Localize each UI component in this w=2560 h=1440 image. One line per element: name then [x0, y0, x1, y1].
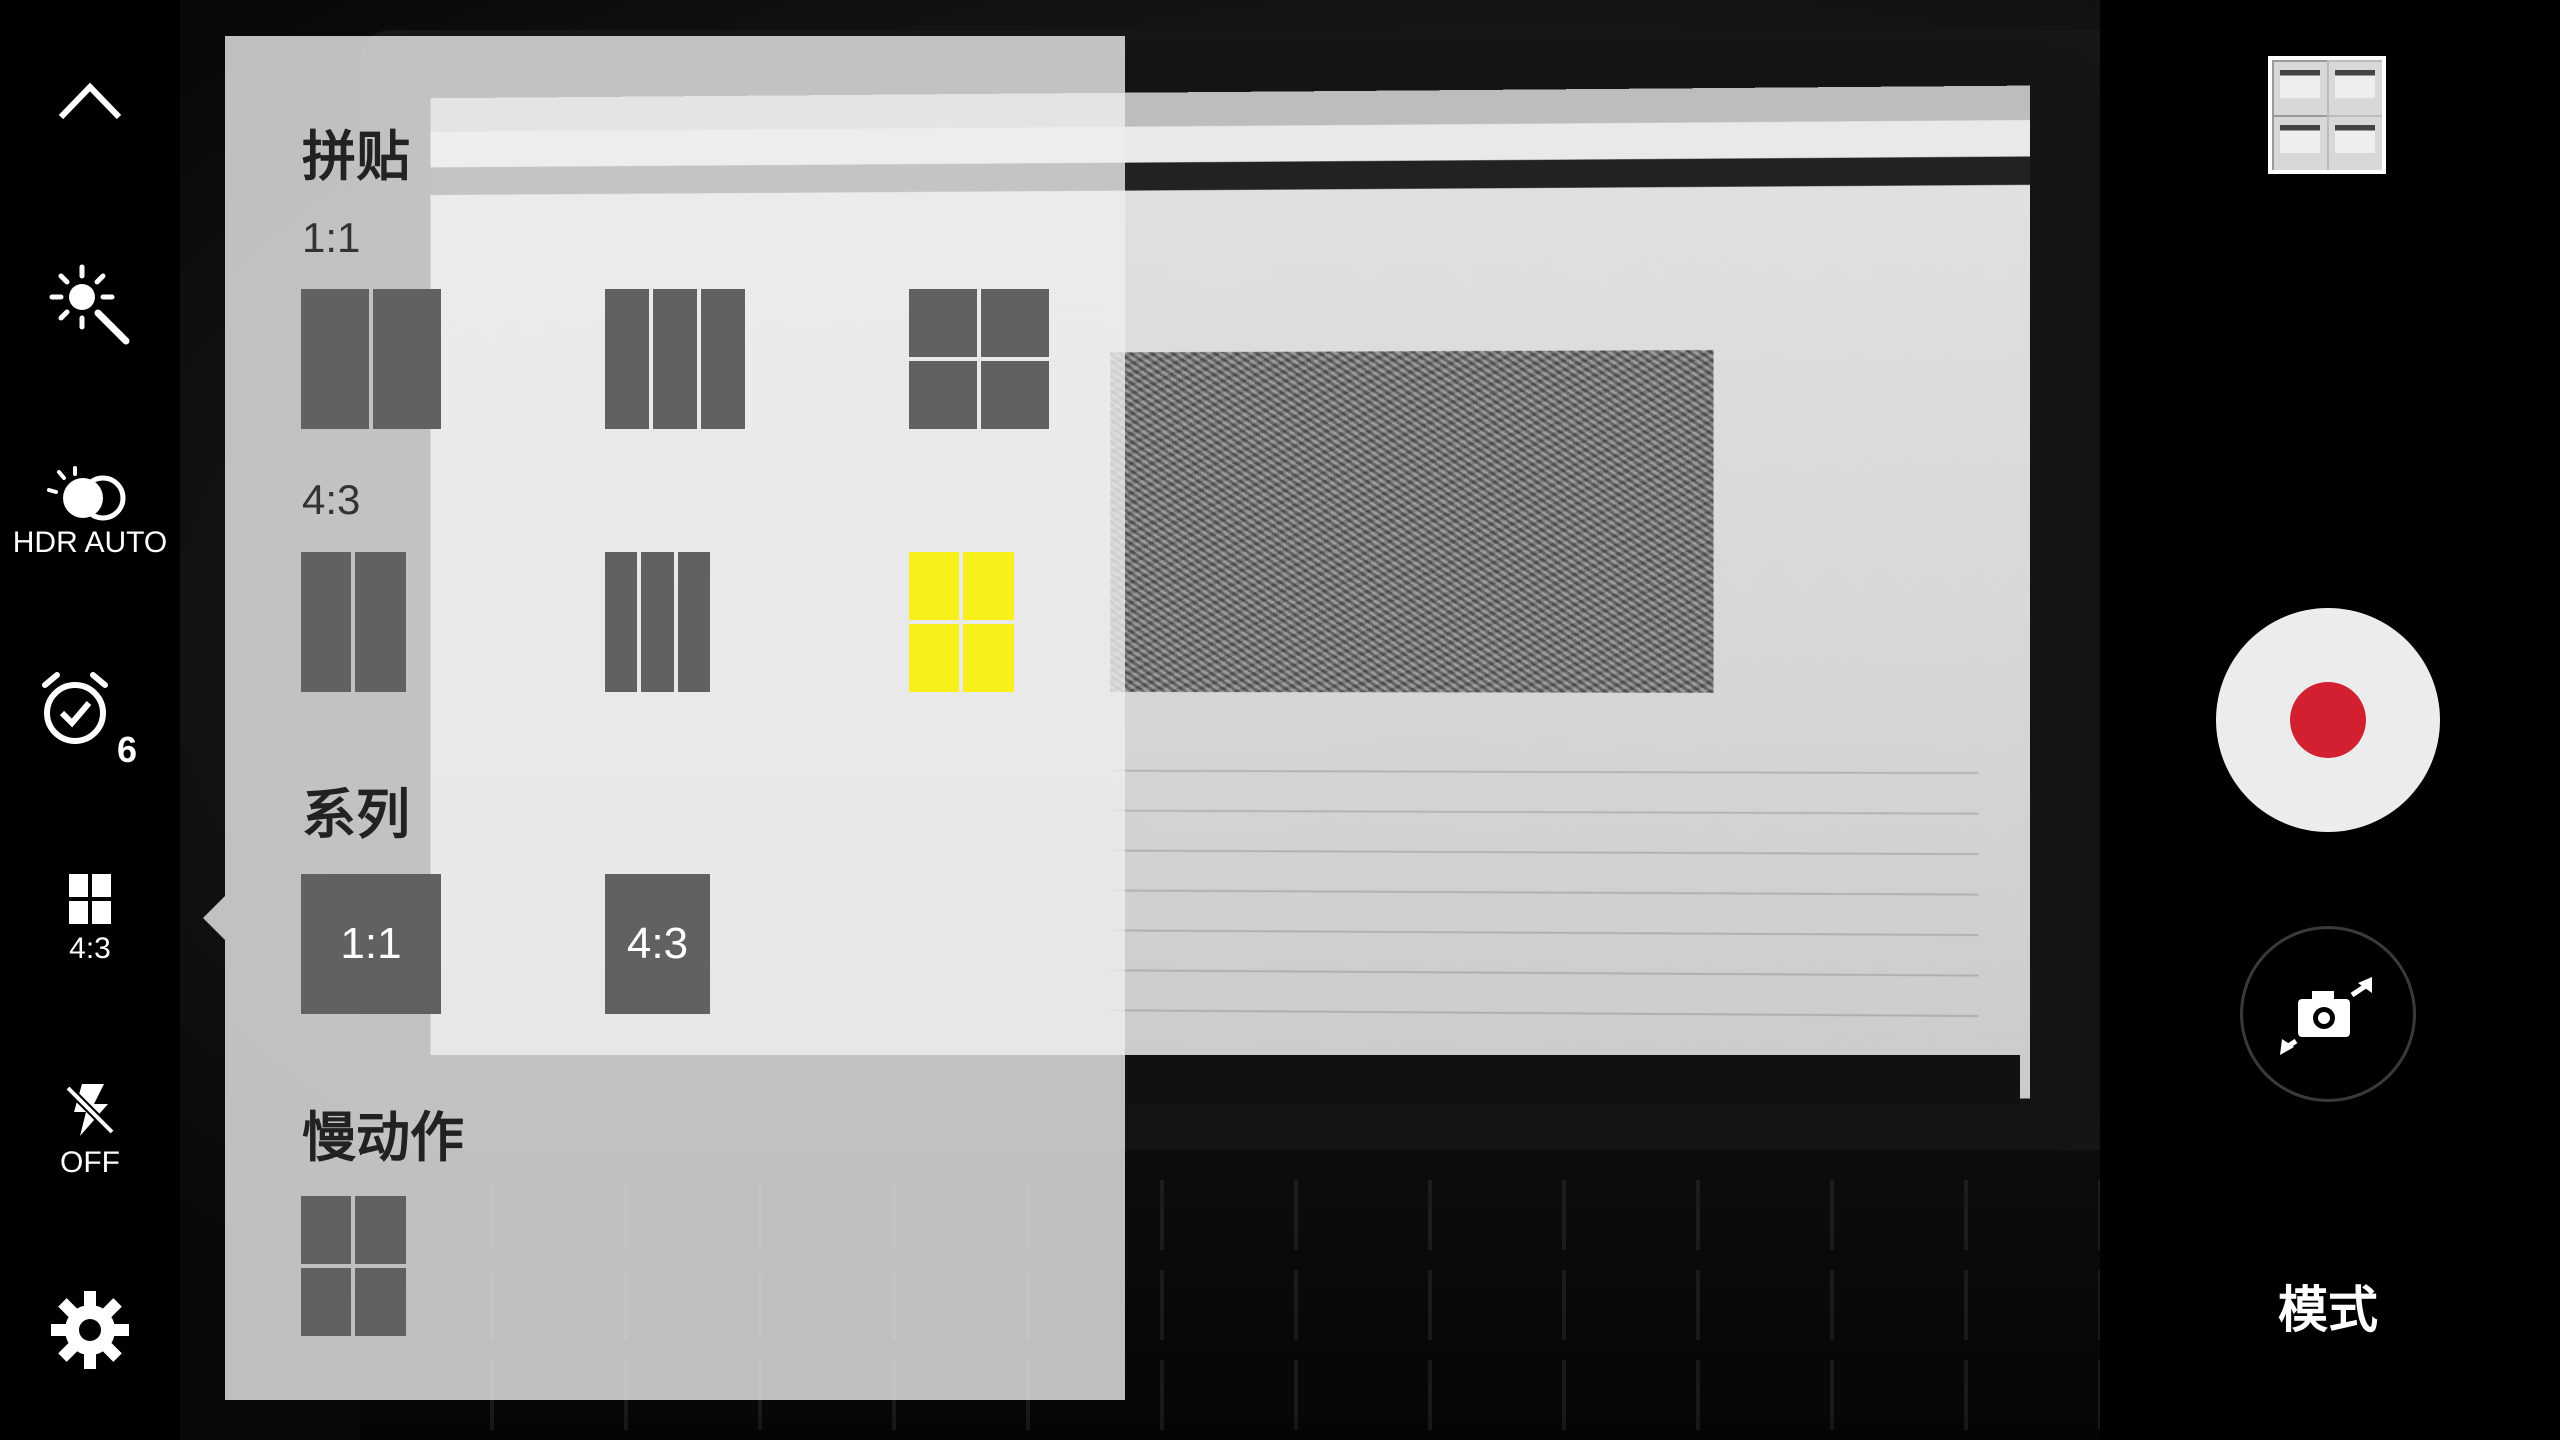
record-button[interactable] [2216, 608, 2440, 832]
switch-camera-button[interactable] [2240, 926, 2416, 1102]
panel-pointer [203, 896, 225, 940]
switch-camera-icon [2280, 977, 2372, 1055]
collage-grid-icon [69, 874, 111, 924]
series-section-title: 系列 [302, 783, 410, 846]
flash-off-icon [65, 1084, 115, 1136]
collage-1-1-three-vertical-option[interactable] [605, 289, 745, 429]
effects-button[interactable] [0, 250, 180, 360]
settings-button[interactable] [0, 1280, 180, 1380]
hdr-icon [47, 466, 126, 521]
collage-ratio-4-3-label: 4:3 [302, 476, 361, 523]
slow-motion-section-title: 慢动作 [302, 1106, 464, 1169]
left-settings-rail: HDR AUTO 6 4:3 OFF [0, 0, 180, 1440]
collage-section-title: 拼贴 [302, 125, 410, 188]
hdr-label: HDR AUTO [12, 526, 168, 559]
collage-1-1-two-vertical-option[interactable] [301, 289, 441, 429]
flash-label: OFF [60, 1146, 120, 1179]
slow-motion-four-grid-option[interactable] [301, 1196, 406, 1336]
magic-wand-icon [49, 264, 130, 345]
collage-ratio-1-1-label: 1:1 [302, 214, 361, 261]
timer-value: 6 [117, 729, 138, 770]
collage-4-3-two-vertical-option[interactable] [301, 552, 406, 692]
collapse-button[interactable] [0, 50, 180, 150]
timer-icon [42, 672, 108, 744]
collage-4-3-four-grid-option-selected[interactable] [909, 552, 1014, 692]
record-icon [2290, 682, 2366, 758]
mode-button[interactable]: 模式 [2250, 1270, 2406, 1342]
timer-button[interactable]: 6 [0, 660, 180, 780]
series-1-1-option[interactable]: 1:1 [301, 874, 441, 1014]
gear-icon [51, 1291, 129, 1369]
chevron-up-icon [58, 82, 122, 120]
collage-4-3-three-vertical-option[interactable] [605, 552, 710, 692]
gallery-thumbnail[interactable] [2268, 56, 2386, 174]
collage-1-1-four-grid-option[interactable] [909, 289, 1049, 429]
series-4-3-option[interactable]: 4:3 [605, 874, 710, 1014]
hdr-button[interactable]: HDR AUTO [0, 448, 180, 578]
flash-button[interactable]: OFF [0, 1070, 180, 1190]
collage-mode-button[interactable]: 4:3 [0, 860, 180, 980]
collage-mode-label: 4:3 [69, 932, 111, 965]
